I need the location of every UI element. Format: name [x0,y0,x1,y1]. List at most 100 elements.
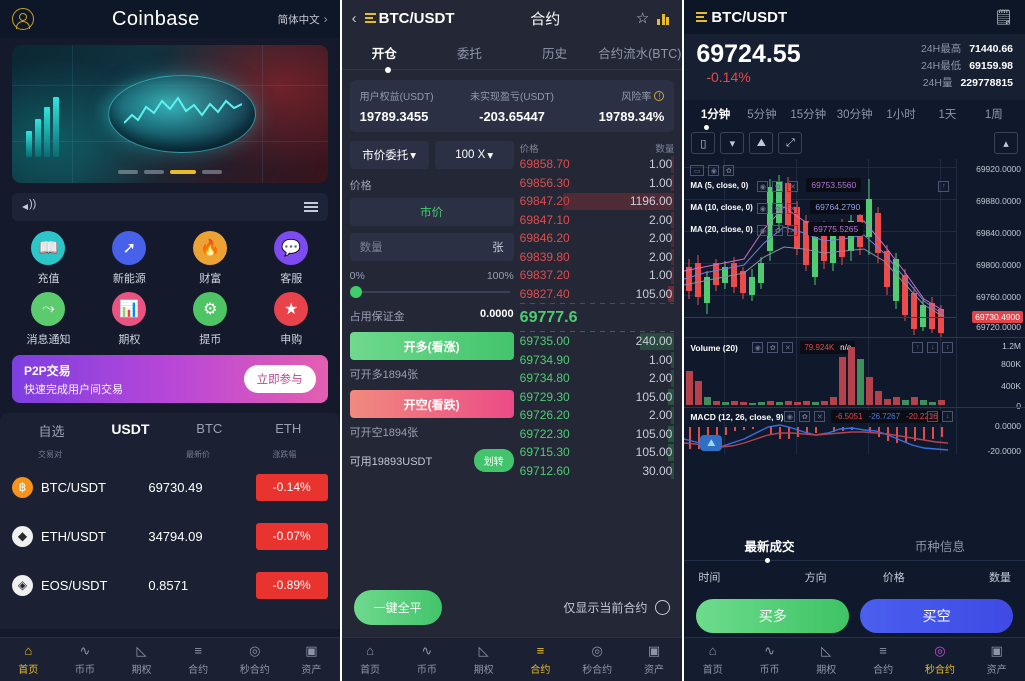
timeframe-1h[interactable]: 1小时 [878,106,924,122]
settings-icon[interactable]: ✿ [723,165,735,176]
tab-orders[interactable]: 委托 [427,43,512,62]
nav-second-contract[interactable]: ◎ 秒合约 [226,643,283,677]
price-chart[interactable]: MA (5, close, 0) MA (10, close, 0) MA (2… [684,159,1025,454]
table-row[interactable]: ฿ BTC/USDT 69730.49 -0.14% [12,465,328,509]
open-short-button[interactable]: 开空(看跌) [349,390,514,418]
carousel-dot[interactable] [201,170,222,174]
eye-icon[interactable]: ◉ [757,225,769,236]
eye-icon[interactable]: ◉ [757,181,769,192]
quick-action-options[interactable]: 📊 期权 [89,292,170,347]
indicators-icon[interactable]: ⛰ [749,132,774,154]
price-input[interactable]: 市价 [349,198,514,226]
p2p-banner[interactable]: P2P交易 快速完成用户间交易 立即参与 [12,355,328,403]
orderbook-bid-row[interactable]: 69715.30 105.00 [520,443,675,462]
tab-contract-flow[interactable]: 合约流水(BTC) [597,43,682,62]
market-tab-eth[interactable]: ETH [249,421,328,440]
nav-home[interactable]: ⌂ 首页 [0,643,57,676]
market-tab-favorites[interactable]: 自选 [12,421,91,440]
nav-options[interactable]: ◺ 期权 [113,643,170,677]
timeframe-15m[interactable]: 15分钟 [785,106,831,122]
carousel-dot[interactable] [117,170,138,174]
table-row[interactable]: ◈ EOS/USDT 0.8571 -0.89% [12,563,328,607]
nav-second-contract[interactable]: ◎ 秒合约 [911,643,968,677]
orderbook-bid-row[interactable]: 69729.30 105.00 [520,388,675,407]
nav-contract[interactable]: ≡ 合约 [512,643,569,676]
hamburger-icon[interactable] [303,202,318,212]
order-history-icon[interactable]: 🗒 [994,8,1013,26]
timeframe-30m[interactable]: 30分钟 [831,106,877,122]
orderbook-ask-row[interactable]: 69847.20 1196.00 [520,192,675,211]
user-circle-icon[interactable] [12,8,34,30]
nav-contract[interactable]: ≡ 合约 [855,643,912,676]
orderbook-bid-row[interactable]: 69712.60 30.00 [520,462,675,481]
nav-spot[interactable]: ∿ 币币 [398,643,455,677]
symbol-selector[interactable]: BTC/USDT [364,10,455,27]
orderbook-ask-row[interactable]: 69858.70 1.00 [520,155,675,174]
table-row[interactable]: ◆ ETH/USDT 34794.09 -0.07% [12,514,328,558]
collapse-icon[interactable]: ▴ [994,132,1019,154]
eye-icon[interactable]: ◉ [708,165,720,176]
nav-contract[interactable]: ≡ 合约 [170,643,227,676]
dropdown-icon[interactable]: ▾ [720,132,745,154]
nav-second-contract[interactable]: ◎ 秒合约 [569,643,626,677]
nav-home[interactable]: ⌂ 首页 [342,643,399,676]
tab-latest-trades[interactable]: 最新成交 [684,536,854,555]
promo-banner[interactable] [12,45,328,183]
quick-action-support[interactable]: 💬 客服 [251,231,332,286]
amount-slider[interactable] [349,285,514,299]
market-tab-btc[interactable]: BTC [170,421,249,440]
orderbook-ask-row[interactable]: 69839.80 2.00 [520,248,675,267]
info-icon[interactable]: ! [654,91,665,101]
tab-coin-info[interactable]: 币种信息 [855,536,1025,555]
back-icon[interactable]: ‹ [352,10,357,27]
candle-type-icon[interactable]: ▯ [691,132,716,154]
nav-assets[interactable]: ▣ 资产 [968,643,1025,677]
timeframe-5m[interactable]: 5分钟 [739,106,785,122]
orderbook-ask-row[interactable]: 69847.10 2.00 [520,211,675,230]
kline-icon[interactable] [657,11,672,25]
nav-options[interactable]: ◺ 期权 [455,643,512,677]
close-icon[interactable]: ✕ [787,203,799,214]
close-all-button[interactable]: 一键全平 [353,589,442,625]
quick-action-recharge[interactable]: 📖 充值 [8,231,89,286]
order-type-select[interactable]: 市价委托 ▾ [349,141,429,169]
tab-open-position[interactable]: 开仓 [342,43,427,62]
nav-assets[interactable]: ▣ 资产 [283,643,340,677]
eye-icon[interactable]: ◉ [757,203,769,214]
orderbook-ask-row[interactable]: 69846.20 2.00 [520,229,675,248]
leverage-select[interactable]: 100 X ▾ [434,141,514,169]
quick-action-subscription[interactable]: ★ 申购 [251,292,332,347]
close-icon[interactable]: ✕ [787,225,799,236]
orderbook-bid-row[interactable]: 69734.80 2.00 [520,369,675,388]
nav-spot[interactable]: ∿ 币币 [741,643,798,677]
tab-history[interactable]: 历史 [512,43,597,62]
nav-assets[interactable]: ▣ 资产 [626,643,683,677]
carousel-dot[interactable] [143,170,164,174]
market-tab-usdt[interactable]: USDT [91,421,170,440]
p2p-join-button[interactable]: 立即参与 [243,365,316,393]
amount-input[interactable]: 数量 张 [349,233,514,261]
timeframe-1w[interactable]: 1周 [971,106,1017,122]
radio-icon[interactable] [655,599,671,615]
orderbook-ask-row[interactable]: 69827.40 105.00 [520,285,675,304]
fullscreen-icon[interactable]: ⤢ [778,132,803,154]
quick-action-notifications[interactable]: ⤳ 消息通知 [8,292,89,347]
orderbook-ask-row[interactable]: 69837.20 1.00 [520,266,675,285]
quick-action-withdraw[interactable]: ⚙ 提币 [170,292,251,347]
nav-home[interactable]: ⌂ 首页 [684,643,741,676]
orderbook-bid-row[interactable]: 69735.00 240.00 [520,332,675,351]
orderbook-bid-row[interactable]: 69722.30 105.00 [520,425,675,444]
settings-icon[interactable]: ✿ [772,203,784,214]
buy-long-button[interactable]: 买多 [696,599,850,633]
slider-knob[interactable] [349,286,362,298]
quick-action-wealth[interactable]: 🔥 财富 [170,231,251,286]
carousel-dot-active[interactable] [169,170,196,174]
nav-spot[interactable]: ∿ 币币 [57,643,114,677]
announcement-bar[interactable] [12,193,328,221]
orderbook-ask-row[interactable]: 69856.30 1.00 [520,174,675,193]
settings-icon[interactable]: ✿ [772,181,784,192]
minimize-icon[interactable]: ▭ [690,165,705,176]
move-up-icon[interactable]: ↑ [938,181,950,192]
open-long-button[interactable]: 开多(看涨) [349,332,514,360]
only-current-contract-toggle[interactable]: 仅显示当前合约 [563,599,671,616]
